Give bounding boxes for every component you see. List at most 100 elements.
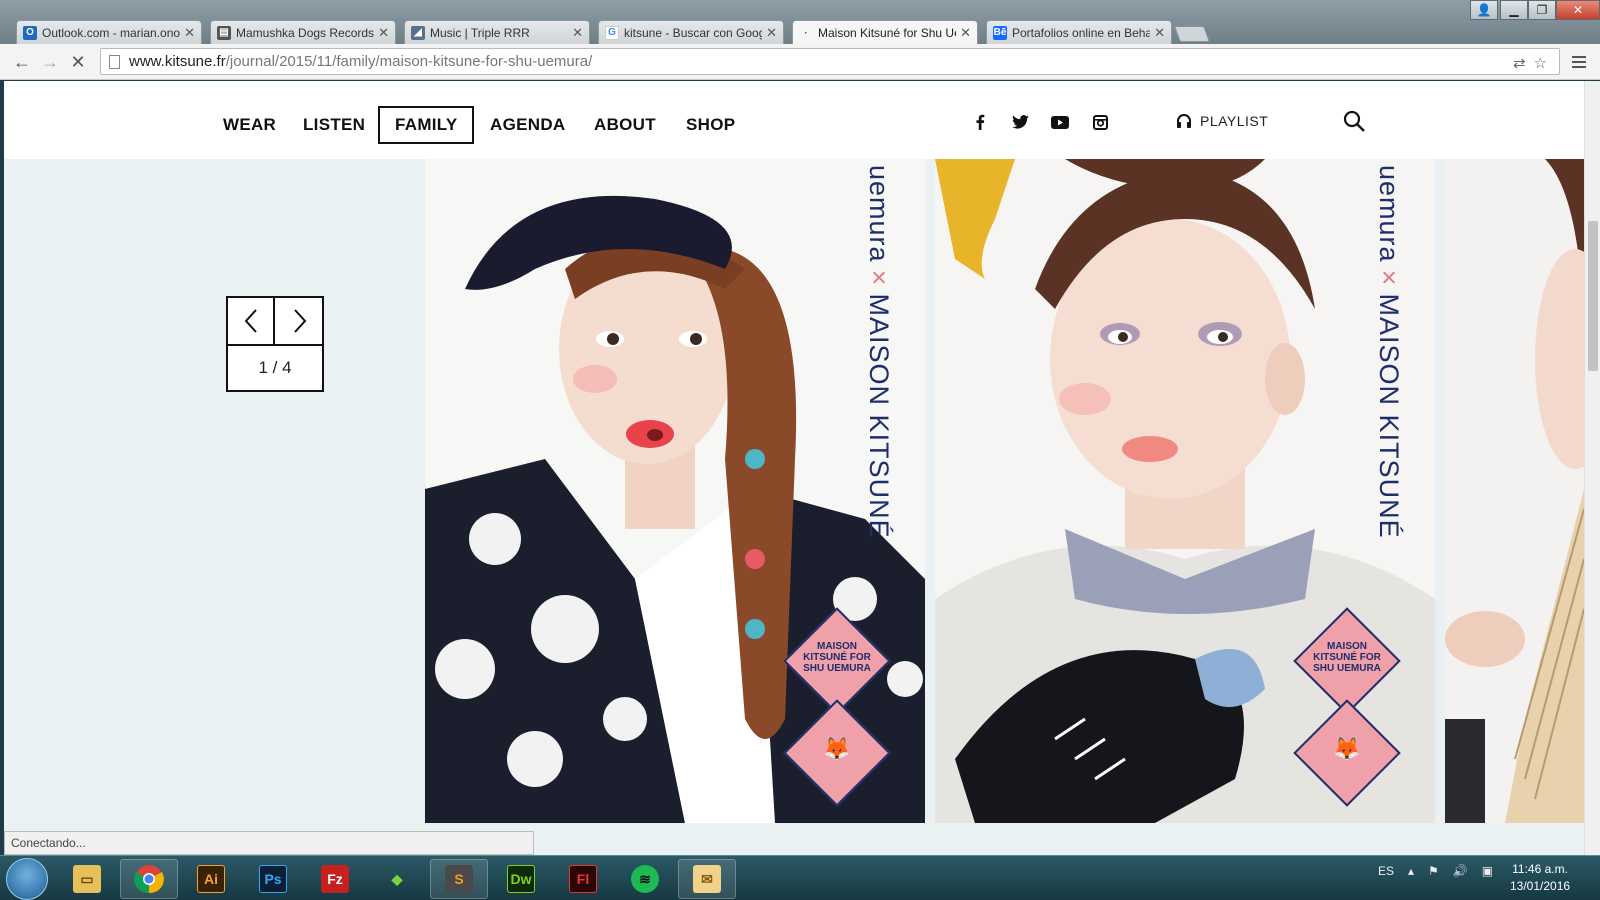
gallery-slide-2[interactable]: uemura×MAISON KITSUNÉ MAISON KITSUNÉ FOR… [935, 159, 1435, 823]
tab-music[interactable]: ◢ Music | Triple RRR ✕ [404, 20, 590, 44]
mail-app[interactable]: ✉ [678, 859, 736, 899]
scrollbar-thumb[interactable] [1588, 221, 1598, 371]
browser-toolbar: ← → ✕ www.kitsune.fr/journal/2015/11/fam… [0, 44, 1600, 80]
close-icon[interactable]: ✕ [1154, 25, 1165, 41]
model-photo-3 [1445, 159, 1584, 823]
page-counter: 1 / 4 [228, 344, 322, 390]
close-icon[interactable]: ✕ [766, 25, 777, 41]
page-icon [109, 54, 120, 69]
twitter-icon[interactable] [1010, 112, 1030, 132]
filezilla-icon: Fz [321, 865, 349, 893]
scrollbar[interactable] [1584, 81, 1600, 855]
language-indicator[interactable]: ES [1378, 864, 1394, 878]
volume-icon[interactable]: 🔊 [1453, 864, 1468, 878]
address-bar[interactable]: www.kitsune.fr/journal/2015/11/family/ma… [100, 48, 1560, 75]
sublime-app[interactable]: S [430, 859, 488, 899]
clock-time: 11:46 a.m. [1512, 862, 1568, 876]
tab-outlook[interactable]: O Outlook.com - marian.ono ✕ [16, 20, 202, 44]
chevron-right-icon [293, 309, 306, 333]
photoshop-app[interactable]: Ps [244, 859, 302, 899]
chevron-up-icon[interactable]: ▴ [1408, 864, 1414, 878]
network-icon[interactable]: ▣ [1482, 864, 1493, 878]
flag-icon[interactable]: ⚑ [1428, 864, 1439, 878]
minimize-button[interactable]: ▁ [1500, 0, 1528, 20]
behance-icon: Bē [993, 25, 1007, 40]
user-icon[interactable]: 👤 [1470, 0, 1498, 20]
tab-kitsune[interactable]: · Maison Kitsuné for Shu Ue ✕ [792, 20, 978, 45]
status-bar: Conectando... [4, 831, 534, 855]
window-close-button[interactable]: ✕ [1556, 0, 1600, 20]
clock[interactable]: 11:46 a.m. 13/01/2016 [1510, 861, 1570, 895]
instagram-icon[interactable] [1090, 112, 1110, 132]
stack-icon: ◆ [391, 870, 403, 887]
slide-gap [1435, 159, 1445, 823]
search-icon[interactable] [1342, 109, 1366, 133]
mail-icon: ✉ [693, 865, 721, 893]
gallery-slide-3[interactable] [1445, 159, 1584, 823]
chevron-left-icon [244, 309, 257, 333]
stack-app[interactable]: ◆ [368, 859, 426, 899]
slide-gap [925, 159, 935, 823]
gallery-slide-1[interactable]: uemura×MAISON KITSUNÉ MAISON KITSUNÉ FOR… [425, 159, 925, 823]
nav-agenda[interactable]: AGENDA [490, 106, 565, 144]
new-tab-button[interactable] [1174, 26, 1210, 42]
spotify-icon: ≋ [631, 865, 659, 893]
facebook-icon[interactable] [970, 112, 990, 132]
page-viewport: WEAR LISTEN FAMILY AGENDA ABOUT SHOP PLA… [4, 81, 1584, 855]
next-button[interactable] [276, 298, 323, 344]
close-icon[interactable]: ✕ [572, 25, 583, 41]
music-icon: ◢ [411, 25, 425, 40]
dreamweaver-icon: Dw [507, 865, 535, 893]
flash-app[interactable]: Fl [554, 859, 612, 899]
tab-strip: O Outlook.com - marian.ono ✕ ▤ Mamushka … [0, 0, 1600, 45]
explorer-app[interactable]: ▭ [58, 859, 116, 899]
photoshop-icon: Ps [259, 865, 287, 893]
spotify-app[interactable]: ≋ [616, 859, 674, 899]
menu-icon[interactable] [1572, 56, 1586, 68]
tab-google[interactable]: G kitsune - Buscar con Goog ✕ [598, 20, 784, 44]
close-icon[interactable]: ✕ [960, 25, 971, 41]
translate-icon[interactable]: ⇄ [1513, 54, 1526, 72]
taskbar: ▭ Ai Ps Fz ◆ S Dw Fl ≋ ✉ ES ▴ ⚑ 🔊 ▣ 11:4… [0, 855, 1600, 900]
playlist-button[interactable]: PLAYLIST [1176, 109, 1268, 133]
gallery-side-panel: 1 / 4 [4, 159, 425, 824]
folder-icon: ▭ [73, 865, 101, 893]
clock-date: 13/01/2016 [1510, 879, 1571, 893]
forward-icon[interactable]: → [38, 50, 62, 74]
nav-shop[interactable]: SHOP [686, 106, 735, 144]
google-icon: G [605, 25, 619, 40]
badge-text: MAISON KITSUNÉ FOR SHU UEMURA [803, 641, 871, 674]
illustrator-icon: Ai [197, 865, 225, 893]
stop-icon[interactable]: ✕ [66, 50, 90, 74]
nav-wear[interactable]: WEAR [223, 106, 276, 144]
browser-window: O Outlook.com - marian.ono ✕ ▤ Mamushka … [0, 0, 1600, 900]
site-navigation: WEAR LISTEN FAMILY AGENDA ABOUT SHOP PLA… [4, 81, 1584, 159]
star-icon[interactable]: ☆ [1534, 54, 1547, 72]
nav-about[interactable]: ABOUT [594, 106, 656, 144]
chrome-app[interactable] [120, 859, 178, 899]
gallery-pager: 1 / 4 [226, 296, 324, 392]
brand-logo-vertical: uemura×MAISON KITSUNÉ [1374, 165, 1404, 539]
dreamweaver-app[interactable]: Dw [492, 859, 550, 899]
nav-listen[interactable]: LISTEN [303, 106, 365, 144]
prev-button[interactable] [228, 298, 275, 344]
playlist-label: PLAYLIST [1200, 113, 1269, 129]
filezilla-app[interactable]: Fz [306, 859, 364, 899]
chrome-icon [134, 865, 164, 894]
tab-behance[interactable]: Bē Portafolios online en Beha ✕ [986, 20, 1172, 44]
back-icon[interactable]: ← [10, 50, 34, 74]
close-icon[interactable]: ✕ [184, 25, 195, 41]
illustrator-app[interactable]: Ai [182, 859, 240, 899]
fox-icon: 🦊 [823, 736, 851, 761]
start-button[interactable] [6, 858, 48, 900]
nav-family[interactable]: FAMILY [378, 106, 474, 144]
tab-mamushka[interactable]: ▤ Mamushka Dogs Records ✕ [210, 20, 396, 44]
badge-text: MAISON KITSUNÉ FOR SHU UEMURA [1313, 641, 1381, 674]
flash-icon: Fl [569, 865, 597, 893]
maximize-button[interactable]: ❐ [1528, 0, 1556, 20]
close-icon[interactable]: ✕ [378, 25, 389, 41]
headphones-icon [1177, 114, 1191, 128]
youtube-icon[interactable] [1050, 112, 1070, 132]
loading-icon: · [804, 27, 808, 39]
outlook-icon: O [23, 25, 37, 40]
